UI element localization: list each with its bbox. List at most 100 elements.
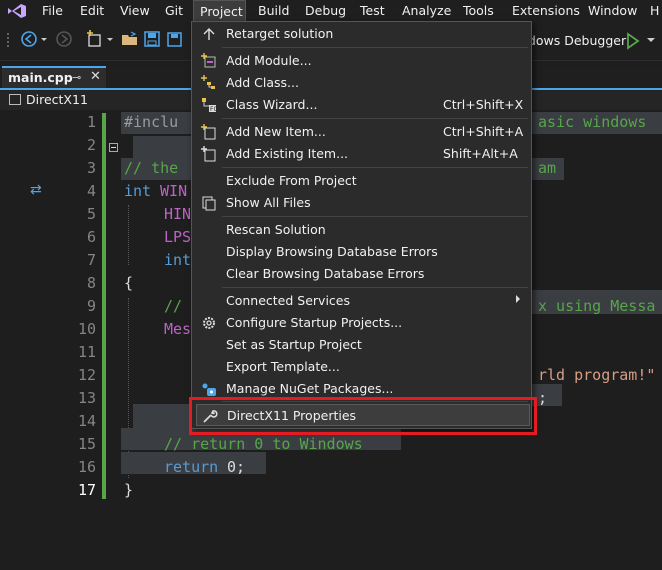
menu-item-add-new-item[interactable]: Add New Item... Ctrl+Shift+A xyxy=(192,121,531,143)
add-module-icon xyxy=(201,53,216,68)
menu-build[interactable]: Build xyxy=(252,0,295,22)
menu-item-show-all-files[interactable]: Show All Files xyxy=(192,192,531,214)
menu-item-label: Export Template... xyxy=(226,359,340,374)
highlight-annotation-box xyxy=(189,397,537,435)
line-number: 9 xyxy=(86,297,96,315)
line-number: 14 xyxy=(77,412,96,430)
line-number: 12 xyxy=(77,366,96,384)
menu-test[interactable]: Test xyxy=(354,0,391,22)
menu-item-connected-services[interactable]: Connected Services xyxy=(192,290,531,312)
menu-item-label: Retarget solution xyxy=(226,26,334,41)
code-line-9: // xyxy=(164,297,183,315)
add-existing-item-icon xyxy=(201,146,216,162)
menu-item-shortcut: Ctrl+Shift+A xyxy=(443,124,524,139)
add-class-icon xyxy=(201,75,215,89)
toolbar-grip-icon xyxy=(7,33,9,47)
menu-help[interactable]: H xyxy=(644,0,662,22)
line-number: 7 xyxy=(86,251,96,269)
close-icon[interactable]: ✕ xyxy=(90,69,101,84)
menu-separator xyxy=(222,118,528,119)
debugger-label[interactable]: ndows Debugger xyxy=(520,33,626,48)
menu-item-display-browsing-database-errors[interactable]: Display Browsing Database Errors xyxy=(192,241,531,263)
menu-item-rescan-solution[interactable]: Rescan Solution xyxy=(192,219,531,241)
code-line-8: { xyxy=(124,274,134,292)
code-line-15: // return 0 to Windows xyxy=(164,435,363,453)
menu-separator xyxy=(222,216,528,217)
menu-item-label: Configure Startup Projects... xyxy=(226,315,403,330)
code-line-13-tail: ; xyxy=(538,389,548,407)
menu-item-label: Add Existing Item... xyxy=(226,146,349,161)
menu-debug[interactable]: Debug xyxy=(299,0,352,22)
code-line-5: HIN xyxy=(164,205,192,223)
menu-edit[interactable]: Edit xyxy=(74,0,110,22)
code-line-4-keyword: int xyxy=(124,182,152,200)
menu-item-export-template[interactable]: Export Template... xyxy=(192,356,531,378)
code-line-16-keyword: return xyxy=(164,458,219,476)
menu-extensions[interactable]: Extensions xyxy=(506,0,586,22)
svg-text:FC: FC xyxy=(210,106,217,113)
visual-studio-logo-icon[interactable] xyxy=(6,2,28,20)
code-line-4: WIN xyxy=(151,182,188,200)
back-dropdown-icon[interactable] xyxy=(40,30,48,48)
menu-item-label: Rescan Solution xyxy=(226,222,326,237)
menu-project[interactable]: Project xyxy=(193,0,246,22)
line-number: 5 xyxy=(86,205,96,223)
line-number: 2 xyxy=(86,136,96,154)
menu-item-add-module[interactable]: Add Module... xyxy=(192,50,531,72)
code-line-9-tail: x using Messa xyxy=(538,297,656,315)
line-number: 11 xyxy=(77,343,96,361)
indent-guide xyxy=(128,298,129,478)
open-folder-icon[interactable] xyxy=(121,30,139,48)
line-highlight xyxy=(133,404,193,428)
menu-git[interactable]: Git xyxy=(159,0,189,22)
project-menu-dropdown: Retarget solution Add Module... Add Clas… xyxy=(191,21,532,429)
code-line-12-tail: rld program!" xyxy=(538,366,656,384)
menu-item-clear-browsing-database-errors[interactable]: Clear Browsing Database Errors xyxy=(192,263,531,285)
menu-item-retarget-solution[interactable]: Retarget solution xyxy=(192,23,531,45)
line-number: 16 xyxy=(77,458,96,476)
save-icon[interactable] xyxy=(143,30,161,48)
code-line-1: #inclu xyxy=(124,113,179,131)
menu-view[interactable]: View xyxy=(114,0,156,22)
menu-item-add-existing-item[interactable]: Add Existing Item... Shift+Alt+A xyxy=(192,143,531,165)
tab-main-cpp[interactable]: main.cpp ⊸ ✕ xyxy=(2,66,106,89)
new-project-icon[interactable] xyxy=(86,30,104,48)
peek-definition-icon[interactable]: ⇄ xyxy=(30,182,42,198)
code-line-10: Mes xyxy=(164,320,192,338)
menu-item-shortcut: Ctrl+Shift+X xyxy=(443,97,524,112)
menu-window[interactable]: Window xyxy=(582,0,643,22)
start-debugging-icon[interactable] xyxy=(624,32,642,50)
menu-item-label: Display Browsing Database Errors xyxy=(226,244,438,259)
menu-item-set-as-startup-project[interactable]: Set as Startup Project xyxy=(192,334,531,356)
submenu-arrow-icon xyxy=(516,295,520,303)
project-icon xyxy=(9,94,21,105)
collapse-icon[interactable] xyxy=(109,143,118,152)
line-highlight xyxy=(133,136,193,158)
menu-analyze[interactable]: Analyze xyxy=(396,0,457,22)
tab-label: main.cpp xyxy=(8,70,73,85)
menu-item-exclude-from-project[interactable]: Exclude From Project xyxy=(192,170,531,192)
menu-separator xyxy=(222,167,528,168)
line-number: 1 xyxy=(86,113,96,131)
menu-item-class-wizard[interactable]: FC Class Wizard... Ctrl+Shift+X xyxy=(192,94,531,116)
start-dropdown-icon[interactable] xyxy=(646,30,656,48)
menu-item-shortcut: Shift+Alt+A xyxy=(443,146,518,161)
menu-item-add-class[interactable]: Add Class... xyxy=(192,72,531,94)
menu-file[interactable]: File xyxy=(36,0,69,22)
line-number: 6 xyxy=(86,228,96,246)
code-line-7: int xyxy=(164,251,192,269)
pin-icon[interactable]: ⊸ xyxy=(72,71,81,84)
menu-item-configure-startup-projects[interactable]: Configure Startup Projects... xyxy=(192,312,531,334)
navigate-back-icon[interactable] xyxy=(20,30,38,48)
menu-item-label: Manage NuGet Packages... xyxy=(226,381,394,396)
code-line-16: 0; xyxy=(218,458,246,476)
menu-tools[interactable]: Tools xyxy=(457,0,500,22)
menu-item-label: Add Module... xyxy=(226,53,312,68)
menu-item-label: Add New Item... xyxy=(226,124,326,139)
line-number: 10 xyxy=(77,320,96,338)
navigate-forward-icon[interactable] xyxy=(55,30,73,48)
project-dropdown[interactable]: DirectX11 xyxy=(26,92,88,107)
new-dropdown-icon[interactable] xyxy=(106,30,114,48)
save-all-icon[interactable] xyxy=(165,30,183,48)
line-number: 15 xyxy=(77,435,96,453)
